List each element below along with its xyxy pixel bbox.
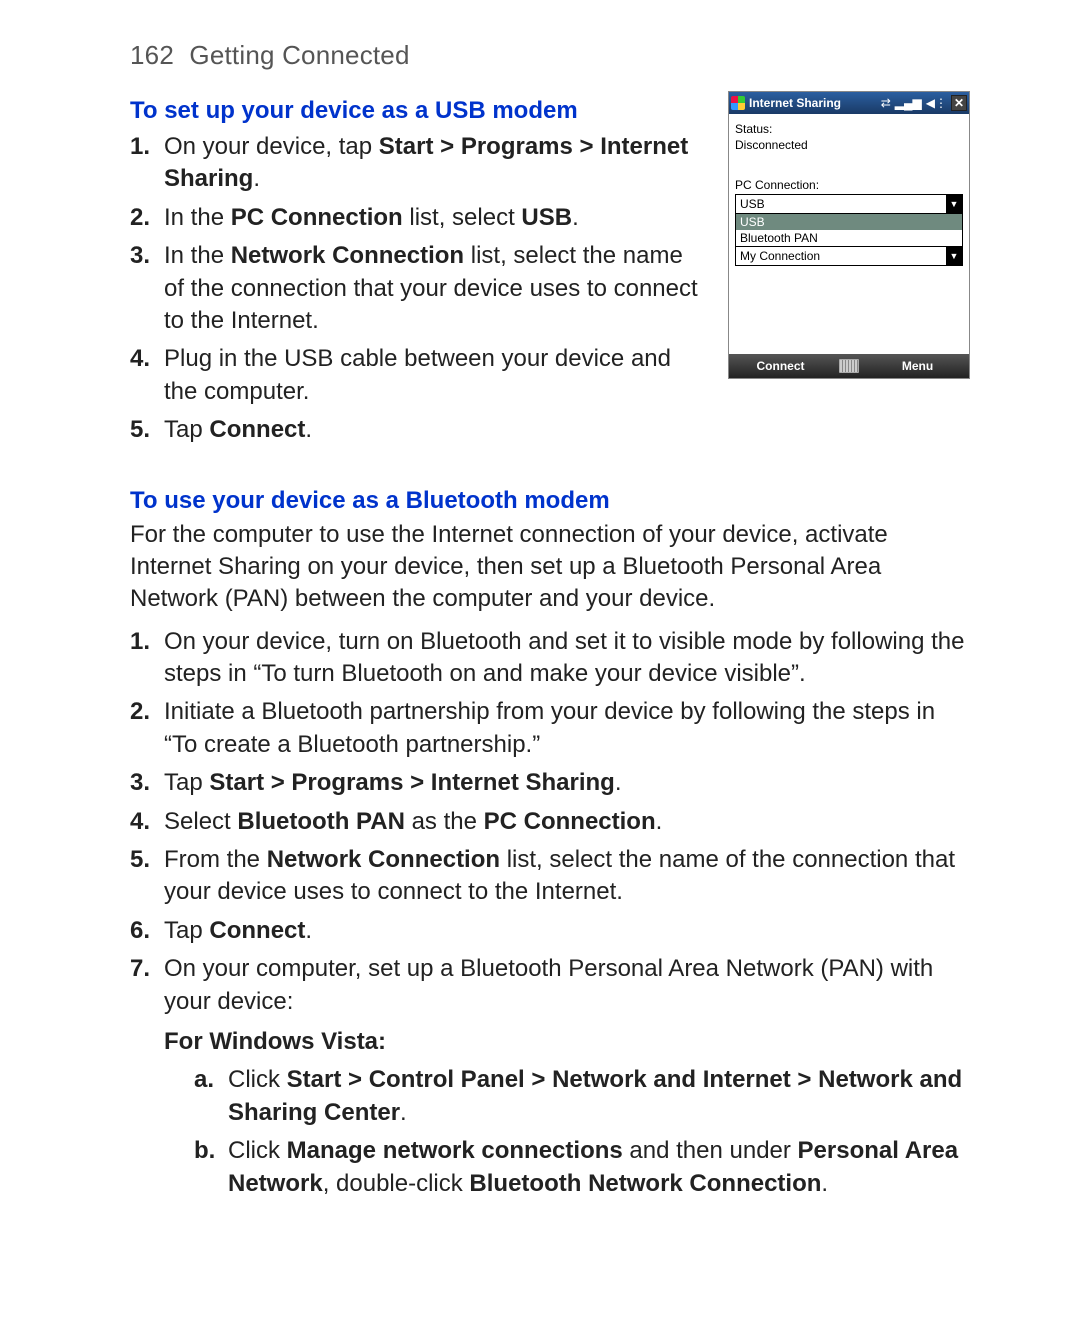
status-label: Status: — [735, 122, 963, 136]
dropdown-option-bluetooth-pan[interactable]: Bluetooth PAN — [736, 230, 962, 246]
connection-icon: ⇄ — [881, 97, 891, 109]
list-item: 1. On your device, turn on Bluetooth and… — [130, 626, 970, 691]
step-text: Plug in the USB cable between your devic… — [164, 343, 698, 408]
step-number: 3. — [130, 767, 164, 799]
usb-steps-list: 1. On your device, tap Start > Programs … — [130, 131, 698, 447]
device-body: Status: Disconnected PC Connection: USB … — [729, 114, 969, 354]
section-intro: For the computer to use the Internet con… — [130, 519, 970, 616]
keyboard-button[interactable] — [832, 359, 866, 373]
pc-connection-label: PC Connection: — [735, 178, 963, 192]
vista-substeps: a. Click Start > Control Panel > Network… — [164, 1064, 970, 1200]
step-text: In the Network Connection list, select t… — [164, 240, 698, 337]
step-text: Initiate a Bluetooth partnership from yo… — [164, 696, 970, 761]
status-value: Disconnected — [735, 138, 963, 152]
combo-value: USB — [736, 197, 946, 211]
list-item: b. Click Manage network connections and … — [194, 1135, 970, 1200]
step-text: Tap Start > Programs > Internet Sharing. — [164, 767, 970, 799]
step-text: On your computer, set up a Bluetooth Per… — [164, 953, 970, 1206]
chevron-down-icon[interactable]: ▼ — [946, 195, 962, 213]
step-text: On your device, turn on Bluetooth and se… — [164, 626, 970, 691]
device-footer: Connect Menu — [729, 354, 969, 378]
bt-steps-list: 1. On your device, turn on Bluetooth and… — [130, 626, 970, 1206]
step-number: a. — [194, 1064, 228, 1096]
combo-value: My Connection — [736, 249, 946, 263]
list-item: 1. On your device, tap Start > Programs … — [130, 131, 698, 196]
step-text: Select Bluetooth PAN as the PC Connectio… — [164, 806, 970, 838]
step-text: Click Start > Control Panel > Network an… — [228, 1064, 970, 1129]
step-text: Click Manage network connections and the… — [228, 1135, 970, 1200]
step-number: 2. — [130, 202, 164, 234]
titlebar-icons: ⇄ ▂▄▆ ◀⋮ ✕ — [881, 95, 967, 111]
section-usb-modem-title: To set up your device as a USB modem — [130, 97, 698, 125]
step-number: 4. — [130, 806, 164, 838]
connect-button[interactable]: Connect — [729, 359, 832, 373]
list-item: 7. On your computer, set up a Bluetooth … — [130, 953, 970, 1206]
step-text: In the PC Connection list, select USB. — [164, 202, 698, 234]
step-number: b. — [194, 1135, 228, 1167]
dropdown-option-usb[interactable]: USB — [736, 214, 962, 230]
list-item: 6. Tap Connect. — [130, 915, 970, 947]
step-number: 3. — [130, 240, 164, 272]
device-screenshot: Internet Sharing ⇄ ▂▄▆ ◀⋮ ✕ Status: Disc… — [728, 91, 970, 379]
page-number: 162 — [130, 40, 174, 70]
list-item: 4. Plug in the USB cable between your de… — [130, 343, 698, 408]
list-item: 3. In the Network Connection list, selec… — [130, 240, 698, 337]
step-text: Tap Connect. — [164, 414, 698, 446]
list-item: 2. Initiate a Bluetooth partnership from… — [130, 696, 970, 761]
step-text: Tap Connect. — [164, 915, 970, 947]
windows-logo-icon — [731, 96, 745, 110]
chevron-down-icon[interactable]: ▼ — [946, 247, 962, 265]
menu-button[interactable]: Menu — [866, 359, 969, 373]
keyboard-icon — [839, 359, 859, 373]
list-item: 2. In the PC Connection list, select USB… — [130, 202, 698, 234]
window-title: Internet Sharing — [749, 96, 881, 110]
step-text: From the Network Connection list, select… — [164, 844, 970, 909]
list-item: 5. From the Network Connection list, sel… — [130, 844, 970, 909]
list-item: a. Click Start > Control Panel > Network… — [194, 1064, 970, 1129]
network-connection-combo[interactable]: My Connection ▼ — [735, 247, 963, 266]
close-icon[interactable]: ✕ — [951, 95, 967, 111]
step-number: 1. — [130, 626, 164, 658]
page-title: Getting Connected — [189, 40, 409, 70]
signal-icon: ▂▄▆ — [895, 97, 922, 109]
speaker-icon: ◀⋮ — [926, 97, 947, 109]
pc-connection-combo[interactable]: USB ▼ — [735, 194, 963, 214]
pc-connection-dropdown[interactable]: USB Bluetooth PAN — [735, 214, 963, 247]
step-number: 4. — [130, 343, 164, 375]
step-number: 2. — [130, 696, 164, 728]
step-number: 7. — [130, 953, 164, 985]
list-item: 4. Select Bluetooth PAN as the PC Connec… — [130, 806, 970, 838]
step-number: 6. — [130, 915, 164, 947]
device-titlebar: Internet Sharing ⇄ ▂▄▆ ◀⋮ ✕ — [729, 92, 969, 114]
list-item: 3. Tap Start > Programs > Internet Shari… — [130, 767, 970, 799]
step-number: 5. — [130, 844, 164, 876]
page-header: 162 Getting Connected — [130, 40, 970, 71]
section-bt-modem-title: To use your device as a Bluetooth modem — [130, 487, 970, 515]
vista-heading: For Windows Vista: — [164, 1026, 970, 1058]
step-number: 5. — [130, 414, 164, 446]
list-item: 5. Tap Connect. — [130, 414, 698, 446]
step-text: On your device, tap Start > Programs > I… — [164, 131, 698, 196]
step-number: 1. — [130, 131, 164, 163]
